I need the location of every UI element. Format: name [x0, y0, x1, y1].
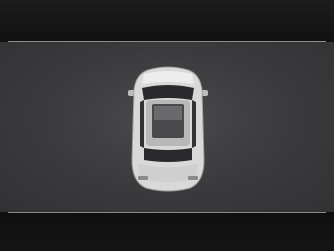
sunroof-glass: [154, 106, 182, 120]
windshield: [142, 85, 194, 100]
left-taillight: [138, 176, 148, 180]
left-windows: [140, 100, 144, 148]
car-top-view-icon: [128, 66, 208, 192]
top-boundary-line: [8, 41, 326, 42]
rear-window: [144, 148, 192, 162]
camera-screen: [0, 0, 334, 251]
right-taillight: [188, 176, 198, 180]
bottom-band: [0, 212, 334, 251]
top-band: [0, 0, 334, 42]
bottom-boundary-line: [8, 212, 326, 213]
right-windows: [192, 100, 196, 148]
